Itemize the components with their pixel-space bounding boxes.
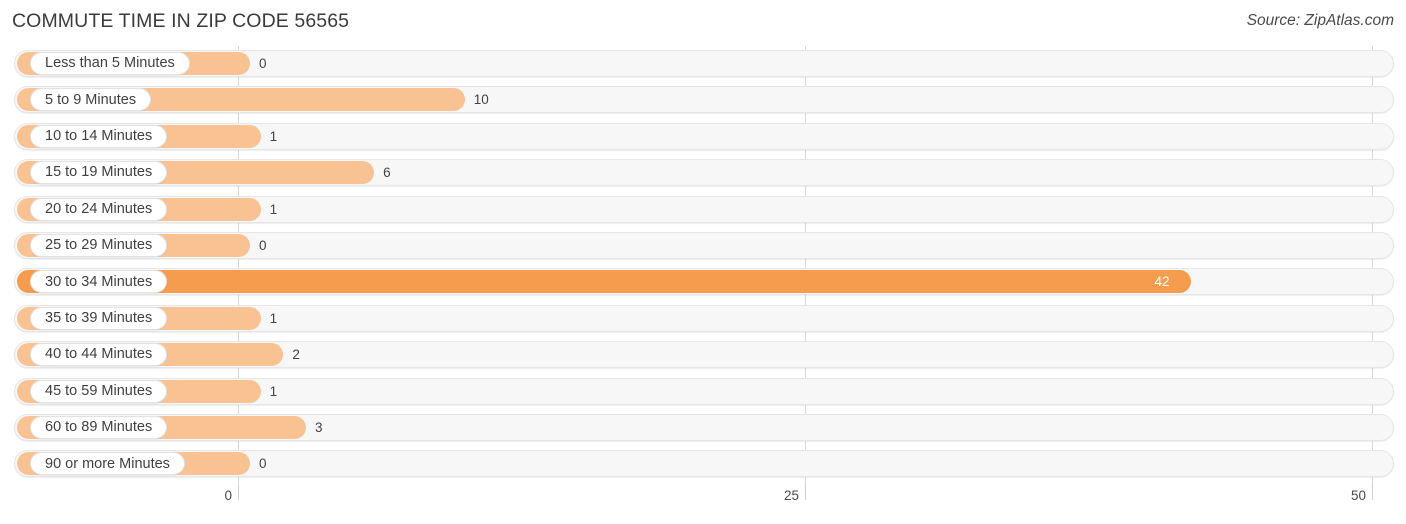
bar-category-label: 25 to 29 Minutes	[45, 237, 153, 254]
bar-value-label: 0	[259, 238, 267, 253]
axis-tick	[1372, 486, 1373, 500]
bar-category-label: 5 to 9 Minutes	[45, 91, 137, 108]
bar-row[interactable]: Less than 5 Minutes 0	[14, 50, 1394, 77]
bar-row[interactable]: 40 to 44 Minutes 2	[14, 341, 1394, 369]
page-title: COMMUTE TIME IN ZIP CODE 56565	[12, 10, 350, 32]
x-axis: 0 25 50	[0, 486, 1406, 524]
bar-category-pill: 45 to 59 Minutes	[30, 379, 168, 403]
bar-category-pill: Less than 5 Minutes	[30, 52, 190, 75]
bar-category-pill: 10 to 14 Minutes	[30, 124, 168, 148]
chart-header: COMMUTE TIME IN ZIP CODE 56565 Source: Z…	[0, 0, 1406, 46]
bar-category-label: 10 to 14 Minutes	[45, 128, 153, 145]
bar-category-label: 60 to 89 Minutes	[45, 419, 153, 436]
bar-row[interactable]: 90 or more Minutes 0	[14, 450, 1394, 478]
bar-category-label: 30 to 34 Minutes	[45, 273, 153, 290]
bar-category-label: 90 or more Minutes	[45, 455, 170, 472]
bar-fill[interactable]	[17, 270, 1191, 294]
bar-category-pill: 40 to 44 Minutes	[30, 343, 168, 367]
bar-category-label: 20 to 24 Minutes	[45, 200, 153, 217]
bar-row[interactable]: 25 to 29 Minutes 0	[14, 232, 1394, 259]
bar-value-label: 0	[259, 456, 267, 472]
bar-category-pill: 35 to 39 Minutes	[30, 306, 168, 330]
bar-value-label: 1	[269, 383, 278, 399]
bar-value-label: 0	[259, 56, 267, 71]
axis-tick-label: 50	[1350, 488, 1366, 503]
bar-category-pill: 20 to 24 Minutes	[30, 197, 168, 221]
bar-row[interactable]: 5 to 9 Minutes 10	[14, 86, 1394, 114]
axis-tick-label: 25	[783, 488, 799, 503]
source-attribution: Source: ZipAtlas.com	[1246, 12, 1394, 29]
bar-category-label: 35 to 39 Minutes	[45, 310, 153, 327]
bar-category-label: 45 to 59 Minutes	[45, 382, 153, 399]
bar-value-label: 1	[269, 310, 278, 326]
bar-row[interactable]: 45 to 59 Minutes 1	[14, 377, 1394, 405]
bar-category-pill: 30 to 34 Minutes	[30, 270, 168, 294]
bar-value-label: 10	[473, 92, 489, 108]
chart-plot-area: Less than 5 Minutes 0 5 to 9 Minutes 10 10 t…	[0, 46, 1406, 486]
bar-row[interactable]: 15 to 19 Minutes 6	[14, 159, 1394, 187]
bar-value-label: 2	[292, 347, 300, 363]
bar-category-pill: 25 to 29 Minutes	[30, 234, 168, 257]
bar-value-label: 1	[269, 201, 278, 217]
bar-category-label: 15 to 19 Minutes	[45, 164, 153, 181]
bar-value-label: 3	[315, 420, 323, 435]
bar-category-pill: 60 to 89 Minutes	[30, 416, 168, 439]
bar-rows: Less than 5 Minutes 0 5 to 9 Minutes 10 10 t…	[0, 46, 1406, 486]
axis-tick	[805, 486, 806, 500]
bar-value-label: 6	[383, 165, 391, 181]
bar-row[interactable]: 20 to 24 Minutes 1	[14, 195, 1394, 223]
bar-row[interactable]: 60 to 89 Minutes 3	[14, 414, 1394, 441]
axis-tick-label: 0	[224, 488, 232, 503]
bar-category-pill: 15 to 19 Minutes	[30, 161, 168, 185]
axis-tick	[238, 486, 239, 500]
bar-row[interactable]: 35 to 39 Minutes 1	[14, 304, 1394, 332]
bar-row[interactable]: 30 to 34 Minutes 42	[14, 268, 1394, 296]
bar-category-pill: 90 or more Minutes	[30, 452, 185, 476]
bar-category-label: Less than 5 Minutes	[45, 55, 175, 72]
bar-category-pill: 5 to 9 Minutes	[30, 88, 152, 112]
bar-row[interactable]: 10 to 14 Minutes 1	[14, 122, 1394, 150]
bar-value-label: 1	[269, 128, 278, 144]
bar-category-label: 40 to 44 Minutes	[45, 346, 153, 363]
bar-value-label: 42	[1154, 274, 1170, 290]
